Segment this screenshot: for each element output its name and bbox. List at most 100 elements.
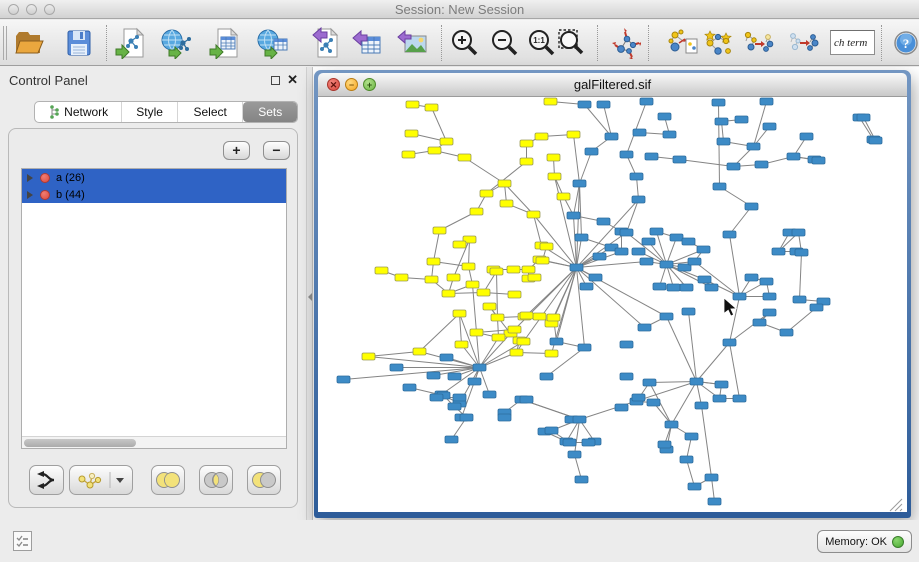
toolbar-separator (881, 25, 882, 61)
export-image-button[interactable] (394, 24, 432, 62)
float-panel-icon[interactable] (271, 76, 280, 85)
add-set-button[interactable]: + (223, 141, 250, 160)
open-session-button[interactable] (9, 24, 47, 62)
export-image-icon (397, 27, 429, 59)
svg-text:?: ? (903, 36, 910, 51)
tab-style[interactable]: Style (122, 102, 178, 122)
network-canvas[interactable] (318, 97, 907, 512)
apply-layout-button[interactable] (606, 24, 644, 62)
group-nodes-button[interactable] (699, 24, 737, 62)
import-table-url-icon (257, 27, 289, 59)
memory-status-button[interactable]: Memory: OK (817, 530, 912, 553)
control-panel-tabbar: Network Style Select Sets (34, 101, 298, 123)
create-set-from-network-button[interactable] (69, 465, 133, 495)
new-group-from-selection-button[interactable] (664, 24, 702, 62)
frame-zoom-icon[interactable]: + (363, 78, 376, 91)
import-table-file-button[interactable] (206, 24, 244, 62)
frame-close-icon[interactable]: ✕ (327, 78, 340, 91)
resize-grip-icon (890, 499, 902, 511)
export-network-icon (309, 27, 341, 59)
set-label: b (44) (56, 189, 85, 201)
tab-network[interactable]: Network (35, 102, 122, 122)
task-history-button[interactable] (13, 531, 32, 551)
toolbar-separator (106, 25, 107, 61)
control-panel-title: Control Panel (9, 73, 88, 88)
tab-network-label: Network (64, 105, 108, 119)
set-color-dot-icon (40, 173, 50, 183)
venn-union-icon (155, 471, 181, 489)
status-bar: Memory: OK (0, 520, 919, 562)
tab-select-label: Select (193, 105, 226, 119)
tab-sets[interactable]: Sets (243, 102, 297, 122)
memory-ok-dot-icon (892, 536, 904, 548)
horizontal-scrollbar[interactable] (22, 436, 286, 448)
venn-intersection-icon (203, 471, 229, 489)
save-floppy-icon (63, 27, 95, 59)
zoom-fit-selected-icon (556, 27, 588, 59)
toolbar-separator (648, 25, 649, 61)
set-difference-button[interactable] (247, 465, 281, 495)
expand-group-button[interactable] (784, 24, 822, 62)
new-group-icon (667, 27, 699, 59)
scrollbar-thumb[interactable] (24, 439, 136, 447)
control-panel-header: Control Panel ✕ (0, 67, 306, 94)
network-dropdown-icon (72, 469, 130, 491)
group-nodes-icon (702, 27, 734, 59)
disclosure-triangle-icon[interactable] (27, 174, 33, 182)
collapse-panel-arrow-icon[interactable] (308, 293, 312, 301)
toolbar-separator (597, 25, 598, 61)
import-table-url-button[interactable] (254, 24, 292, 62)
save-session-button[interactable] (60, 24, 98, 62)
toolbar-separator (441, 25, 442, 61)
memory-status-label: Memory: OK (825, 536, 887, 548)
toolbar-drag-grip[interactable] (3, 26, 7, 60)
sets-panel-box: + − a (26) b (44) (8, 128, 298, 508)
remove-set-button[interactable]: − (263, 141, 290, 160)
mouse-cursor-icon (318, 97, 903, 512)
task-checklist-icon (14, 532, 31, 550)
import-network-file-button[interactable] (112, 24, 150, 62)
export-table-button[interactable] (349, 24, 387, 62)
set-color-dot-icon (40, 190, 50, 200)
import-table-file-icon (209, 27, 241, 59)
help-icon: ? (890, 27, 919, 59)
collapse-group-button[interactable] (739, 24, 777, 62)
toolbar: 1:1 (0, 20, 919, 66)
zoom-fit-selected-button[interactable] (553, 24, 591, 62)
zoom-out-button[interactable] (486, 24, 524, 62)
list-item-set-a[interactable]: a (26) (22, 169, 286, 186)
search-input[interactable] (830, 30, 875, 55)
expand-group-icon (787, 27, 819, 59)
network-desktop: ✕ − + galFiltered.sif (313, 67, 919, 520)
apply-layout-icon (609, 27, 641, 59)
svg-text:1:1: 1:1 (533, 36, 545, 45)
window-titlebar: Session: New Session (0, 0, 919, 19)
help-button[interactable]: ? (888, 24, 919, 62)
import-network-url-icon (161, 27, 193, 59)
zoom-out-icon (489, 27, 521, 59)
close-panel-icon[interactable]: ✕ (287, 72, 298, 88)
network-tree-icon (48, 105, 60, 119)
network-frame[interactable]: ✕ − + galFiltered.sif (314, 70, 911, 518)
zoom-in-button[interactable] (446, 24, 484, 62)
export-network-button[interactable] (306, 24, 344, 62)
list-item-set-b[interactable]: b (44) (22, 186, 286, 203)
frame-minimize-icon[interactable]: − (345, 78, 358, 91)
tab-sets-label: Sets (258, 105, 282, 119)
window-title: Session: New Session (0, 2, 919, 17)
tab-style-label: Style (136, 105, 163, 119)
disclosure-triangle-icon[interactable] (27, 191, 33, 199)
set-intersection-button[interactable] (199, 465, 233, 495)
tab-select[interactable]: Select (178, 102, 244, 122)
control-panel: Control Panel ✕ Network Style Select Set… (0, 67, 306, 520)
network-frame-titlebar[interactable]: ✕ − + galFiltered.sif (318, 73, 907, 97)
venn-difference-icon (251, 471, 277, 489)
split-set-button[interactable] (29, 465, 64, 495)
sets-list: a (26) b (44) (21, 168, 287, 449)
panel-splitter[interactable] (306, 67, 313, 520)
open-folder-icon (12, 27, 44, 59)
import-network-url-button[interactable] (158, 24, 196, 62)
zoom-in-icon (449, 27, 481, 59)
set-union-button[interactable] (151, 465, 185, 495)
collapse-group-icon (742, 27, 774, 59)
